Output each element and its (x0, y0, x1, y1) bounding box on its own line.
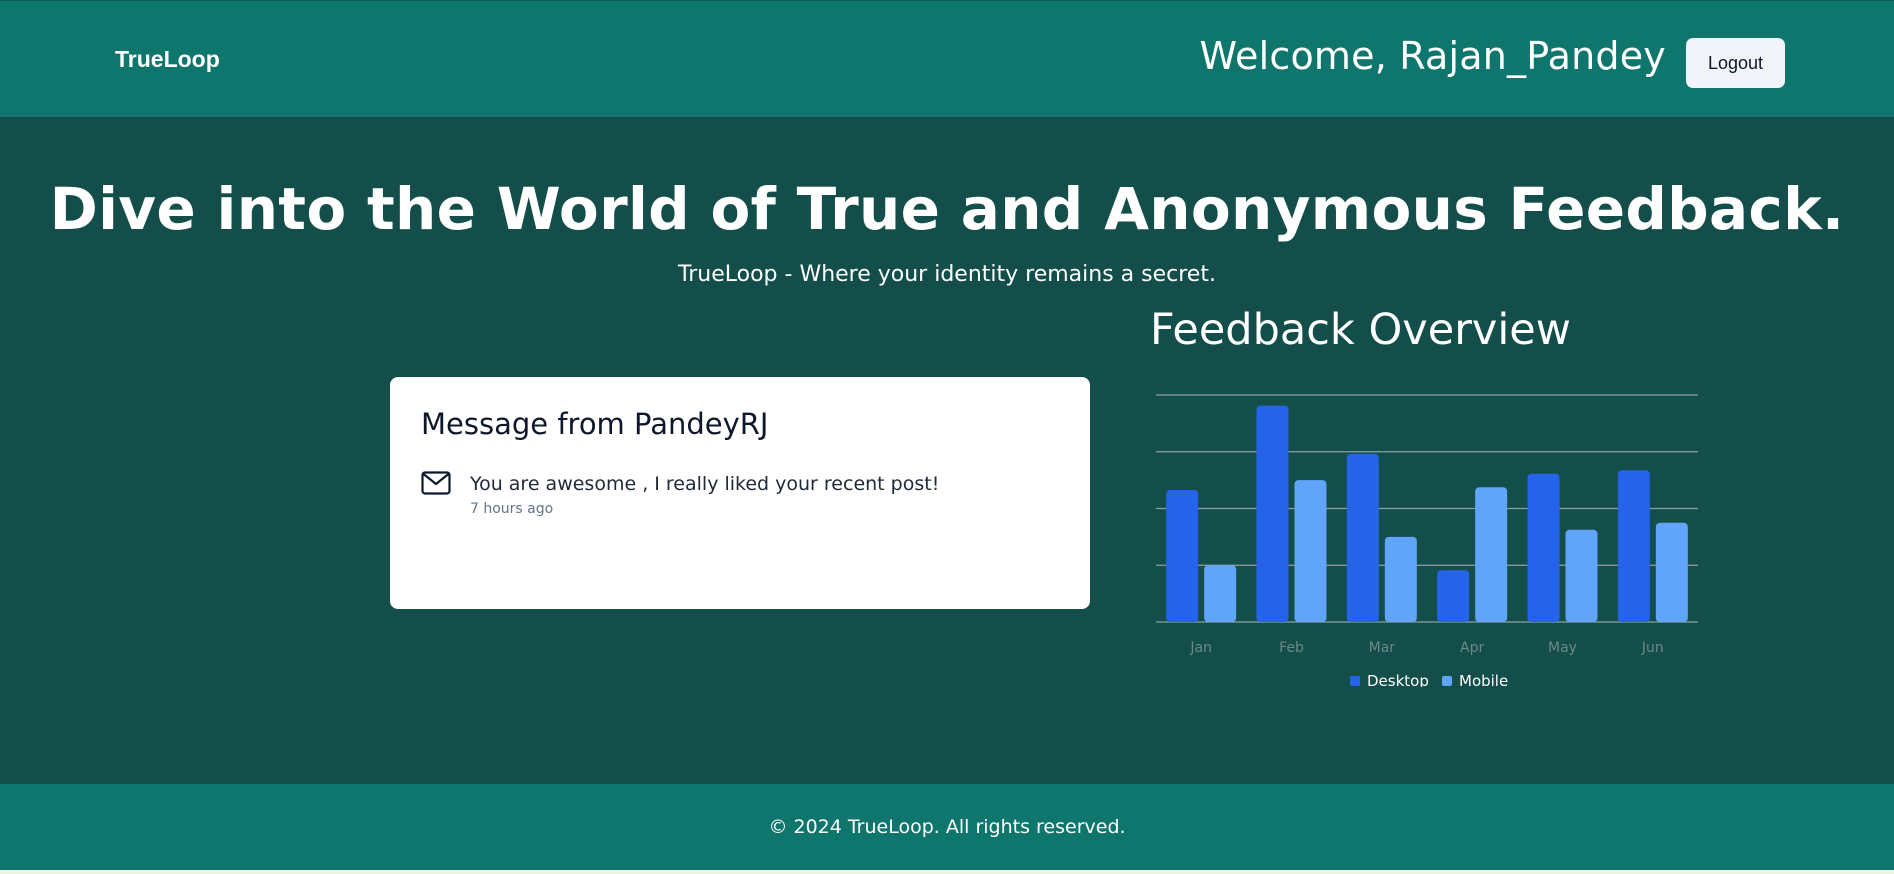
top-navbar: TrueLoop Welcome, Rajan_Pandey Logout (0, 0, 1894, 117)
bar-mobile-may[interactable] (1565, 529, 1598, 622)
legend-label-desktop: Desktop (1367, 672, 1429, 687)
x-tick-label: Mar (1369, 640, 1396, 656)
page: TrueLoop Welcome, Rajan_Pandey Logout Di… (0, 0, 1894, 874)
bar-desktop-jan[interactable] (1166, 490, 1199, 622)
bottom-strip (0, 870, 1894, 874)
bar-mobile-apr[interactable] (1475, 487, 1508, 622)
message-time: 7 hours ago (470, 501, 554, 517)
bar-desktop-jun[interactable] (1617, 470, 1650, 622)
footer: © 2024 TrueLoop. All rights reserved. (0, 784, 1894, 870)
bar-desktop-may[interactable] (1527, 473, 1560, 622)
x-tick-label: Jan (1189, 640, 1212, 656)
x-tick-label: May (1548, 640, 1577, 656)
main-section: Dive into the World of True and Anonymou… (0, 117, 1894, 784)
welcome-text: Welcome, Rajan_Pandey (1199, 34, 1666, 78)
logout-button[interactable]: Logout (1686, 38, 1785, 88)
legend-label-mobile: Mobile (1459, 672, 1508, 687)
bar-mobile-feb[interactable] (1294, 480, 1327, 622)
hero-headline: Dive into the World of True and Anonymou… (49, 175, 1845, 243)
bar-mobile-jan[interactable] (1204, 565, 1237, 622)
brand-logo[interactable]: TrueLoop (115, 46, 220, 73)
x-tick-label: Feb (1279, 640, 1304, 656)
message-text: You are awesome , I really liked your re… (470, 473, 940, 495)
x-tick-label: Apr (1460, 640, 1484, 656)
legend-swatch-mobile (1442, 676, 1452, 686)
legend-swatch-desktop (1350, 676, 1360, 686)
mail-icon (421, 471, 451, 495)
bar-mobile-mar[interactable] (1384, 536, 1417, 622)
footer-copyright: © 2024 TrueLoop. All rights reserved. (768, 816, 1126, 838)
feedback-bar-chart: Jan Feb Mar Apr May Jun Desktop Mobile (1156, 394, 1698, 687)
message-card[interactable]: Message from PandeyRJ You are awesome , … (390, 377, 1090, 609)
bar-mobile-jun[interactable] (1655, 522, 1688, 622)
chart-title: Feedback Overview (1150, 305, 1571, 355)
bar-desktop-apr[interactable] (1437, 570, 1470, 622)
message-card-title: Message from PandeyRJ (421, 407, 769, 441)
x-tick-label: Jun (1641, 640, 1664, 656)
bar-desktop-mar[interactable] (1346, 453, 1379, 622)
bar-desktop-feb[interactable] (1256, 405, 1289, 622)
hero-subline: TrueLoop - Where your identity remains a… (678, 262, 1216, 287)
